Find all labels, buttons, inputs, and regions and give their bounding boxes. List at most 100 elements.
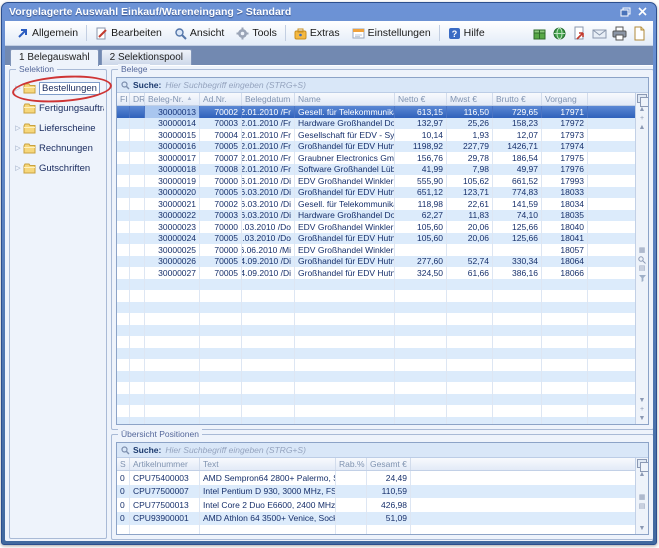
belege-row[interactable]: 300000227000316.03.2010 /DiHardware Groß… xyxy=(117,210,635,222)
position-row[interactable]: 0CPU77500007Intel Pentium D 930, 3000 MH… xyxy=(117,485,635,499)
column-header-0[interactable]: S xyxy=(117,458,130,470)
mail-icon[interactable] xyxy=(590,25,608,42)
column-header-3[interactable]: Ad.Nr. xyxy=(200,93,242,105)
column-header-6[interactable]: Netto € xyxy=(395,93,447,105)
globe-icon[interactable] xyxy=(550,25,568,42)
column-header-9[interactable]: Vorgang xyxy=(542,93,588,105)
scroll-down-icon[interactable]: ▼ xyxy=(639,525,646,534)
belege-row[interactable]: 300000157000422.01.2010 /FrGesellschaft … xyxy=(117,129,635,141)
row-append-icon[interactable]: + xyxy=(640,406,644,415)
column-header-5[interactable]: Name xyxy=(295,93,395,105)
positionen-search-input[interactable]: Suche: Hier Suchbegriff eingeben (STRG+S… xyxy=(117,443,648,458)
column-header-7[interactable]: Mwst € xyxy=(447,93,493,105)
column-header-3[interactable]: Rab.% xyxy=(336,458,367,470)
column-header-4[interactable]: Gesamt € xyxy=(367,458,411,470)
belege-row[interactable]: 300000137000222.01.2010 /FrGesell. für T… xyxy=(117,106,635,118)
positionen-header-row: SArtikelnummerTextRab.%Gesamt € xyxy=(117,458,635,471)
column-header-1[interactable]: DR xyxy=(130,93,145,105)
band-view-icon[interactable]: ▤ xyxy=(639,503,646,512)
export-document-icon[interactable] xyxy=(570,25,588,42)
cell xyxy=(130,244,145,256)
belege-row[interactable]: 300000197000026.01.2010 /DiEDV Großhande… xyxy=(117,175,635,187)
scroll-top-icon[interactable]: ▲ xyxy=(639,106,646,115)
scroll-bottom-icon[interactable]: ▼ xyxy=(639,415,646,424)
cell xyxy=(130,325,145,337)
menu-extras[interactable]: Extras xyxy=(288,25,346,42)
expander-icon[interactable]: ▷ xyxy=(13,84,23,92)
menu-hilfe[interactable]: ? Hilfe xyxy=(442,25,491,42)
scroll-up-icon[interactable]: ▲ xyxy=(639,124,646,133)
cell xyxy=(117,152,130,164)
column-header-0[interactable]: FI xyxy=(117,93,130,105)
close-window-icon[interactable] xyxy=(635,6,649,18)
belege-row[interactable]: 300000267000514.09.2010 /DiGroßhandel fü… xyxy=(117,256,635,268)
cell: Großhandel für EDV Hutner xyxy=(295,141,395,153)
menu-allgemein[interactable]: Allgemein xyxy=(10,25,84,42)
cell-filler xyxy=(588,221,635,233)
column-header-2[interactable]: Text xyxy=(200,458,336,470)
cell xyxy=(117,141,130,153)
filter-icon[interactable] xyxy=(638,274,647,283)
cell: 17993 xyxy=(542,175,588,187)
tab-selektionspool[interactable]: 2 Selektionspool xyxy=(101,49,192,65)
cell xyxy=(145,302,200,314)
belege-row[interactable]: 300000247000518.03.2010 /DoGroßhandel fü… xyxy=(117,233,635,245)
expander-icon[interactable]: ▷ xyxy=(13,164,23,172)
cell: 110,59 xyxy=(367,485,411,499)
tab-belegauswahl[interactable]: 1 Belegauswahl xyxy=(10,49,99,66)
column-chooser-icon[interactable] xyxy=(637,459,647,468)
belege-row[interactable]: 300000207000516.03.2010 /DiGroßhandel fü… xyxy=(117,187,635,199)
cell-filler xyxy=(588,164,635,176)
cell-filler xyxy=(588,106,635,118)
expander-icon[interactable]: ▷ xyxy=(13,124,23,132)
expander-icon[interactable]: ▷ xyxy=(13,144,23,152)
scroll-down-icon[interactable]: ▼ xyxy=(639,397,646,406)
belege-row[interactable]: 300000177000722.01.2010 /FrGraubner Elec… xyxy=(117,152,635,164)
tabstrip: 1 Belegauswahl 2 Selektionspool xyxy=(5,46,653,65)
belege-row[interactable]: 300000277000514.09.2010 /DiGroßhandel fü… xyxy=(117,267,635,279)
column-header-4[interactable]: Belegdatum xyxy=(242,93,295,105)
scroll-up-icon[interactable]: ▲ xyxy=(639,471,646,480)
package-icon[interactable] xyxy=(530,25,548,42)
belege-search-input[interactable]: Suche: Hier Suchbegriff eingeben (STRG+S… xyxy=(117,78,648,93)
belege-row[interactable]: 300000217000216.03.2010 /DiGesell. für T… xyxy=(117,198,635,210)
sidebar-item-0[interactable]: ▷Bestellungen xyxy=(13,78,104,98)
belege-row[interactable]: 300000167000522.01.2010 /FrGroßhandel fü… xyxy=(117,141,635,153)
belege-row[interactable]: 300000187000822.01.2010 /FrSoftware Groß… xyxy=(117,164,635,176)
cell xyxy=(395,244,447,256)
cell xyxy=(200,371,242,383)
cell xyxy=(117,348,130,360)
cell xyxy=(130,187,145,199)
sidebar-item-4[interactable]: ▷Gutschriften xyxy=(13,158,104,178)
zoom-row-icon[interactable] xyxy=(638,256,646,265)
sidebar-item-3[interactable]: ▷Rechnungen xyxy=(13,138,104,158)
cell: 51,09 xyxy=(367,512,411,526)
position-row[interactable]: 0CPU93900001AMD Athlon 64 3500+ Venice, … xyxy=(117,512,635,526)
row-insert-icon[interactable]: + xyxy=(640,115,644,124)
printer-icon[interactable] xyxy=(610,25,628,42)
menu-einstellungen[interactable]: Einstellungen xyxy=(346,25,437,42)
column-header-2[interactable]: Beleg-Nr.▲ xyxy=(145,93,200,105)
column-chooser-icon[interactable] xyxy=(637,94,647,103)
extras-box-icon xyxy=(294,27,307,40)
cell xyxy=(242,313,295,325)
belege-row[interactable]: 300000237000018.03.2010 /DoEDV Großhande… xyxy=(117,221,635,233)
menubar: Allgemein Bearbeiten Ansicht Tools Extra… xyxy=(5,21,653,46)
band-view-icon[interactable]: ▤ xyxy=(639,265,646,274)
card-view-icon[interactable]: ▦ xyxy=(639,494,646,503)
menu-ansicht[interactable]: Ansicht xyxy=(168,25,230,42)
position-row[interactable]: 0CPU77500013Intel Core 2 Duo E6600, 2400… xyxy=(117,498,635,512)
belege-row[interactable]: 300000147000322.01.2010 /FrHardware Groß… xyxy=(117,118,635,130)
cell: 18041 xyxy=(542,233,588,245)
sidebar-item-1[interactable]: Fertigungsaufträge xyxy=(13,98,104,118)
column-header-1[interactable]: Artikelnummer xyxy=(130,458,200,470)
column-header-8[interactable]: Brutto € xyxy=(493,93,542,105)
menu-bearbeiten[interactable]: Bearbeiten xyxy=(89,25,168,42)
menu-tools[interactable]: Tools xyxy=(230,25,283,42)
belege-row[interactable]: 300000257000016.06.2010 /MiEDV Großhande… xyxy=(117,244,635,256)
new-page-icon[interactable] xyxy=(630,25,648,42)
position-row[interactable]: 0CPU75400003AMD Sempron64 2800+ Palermo,… xyxy=(117,471,635,485)
restore-window-icon[interactable] xyxy=(618,6,632,18)
card-view-icon[interactable]: ▦ xyxy=(639,247,646,256)
sidebar-item-2[interactable]: ▷Lieferscheine xyxy=(13,118,104,138)
